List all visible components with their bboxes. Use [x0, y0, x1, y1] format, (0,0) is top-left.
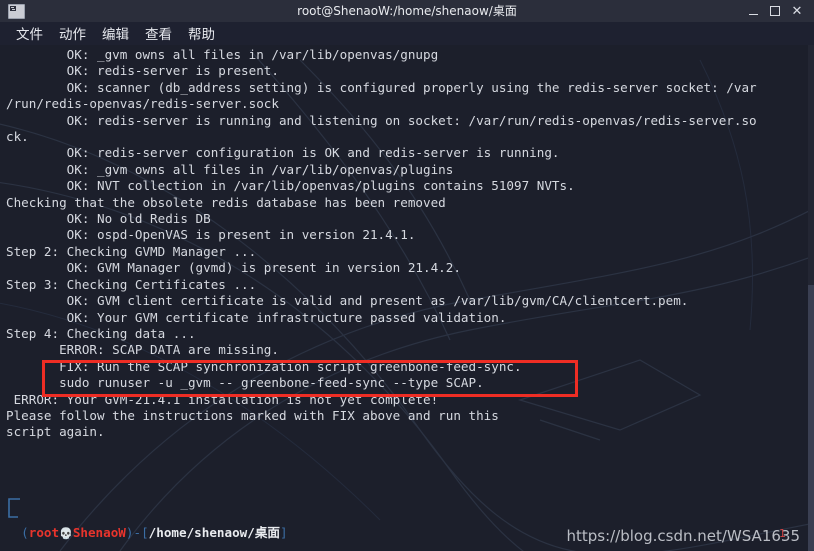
terminal-line: OK: scanner (db_address setting) is conf…: [6, 79, 757, 95]
terminal-line: OK: redis-server configuration is OK and…: [6, 145, 560, 161]
prompt-user: root: [28, 524, 60, 540]
window-controls: ✕: [742, 0, 814, 22]
terminal-line: OK: Your GVM certificate infrastructure …: [6, 309, 507, 325]
terminal-line: OK: _gvm owns all files in /var/lib/open…: [6, 47, 439, 62]
close-icon: ✕: [791, 3, 803, 19]
terminal-line: script again.: [6, 424, 105, 440]
terminal-line: Step 2: Checking GVMD Manager ...: [6, 243, 257, 259]
terminal-line: /run/redis-openvas/redis-server.sock: [6, 96, 279, 112]
window-titlebar: root@ShenaoW:/home/shenaow/桌面 ✕: [0, 0, 814, 22]
window-title: root@ShenaoW:/home/shenaow/桌面: [297, 4, 517, 18]
terminal-icon: [8, 3, 25, 19]
watermark-text: https://blog.csdn.net/WSA1635: [566, 527, 800, 545]
prompt-host: ShenaoW: [72, 524, 126, 540]
terminal-line: Please follow the instructions marked wi…: [6, 407, 499, 423]
menubar: 文件 动作 编辑 查看 帮助: [0, 22, 814, 45]
watermark: https://blog.csdn.net/WSA16351: [566, 527, 806, 545]
prompt-open-paren: (: [21, 524, 29, 540]
watermark-mark: 1: [779, 527, 786, 540]
terminal-line-fix-command: sudo runuser -u _gvm -- greenbone-feed-s…: [6, 375, 484, 391]
terminal-line: Checking that the obsolete redis databas…: [6, 194, 446, 210]
prompt-close-bracket: ]: [280, 524, 288, 540]
shell-prompt[interactable]: (root💀ShenaoW)-[/home/shenaow/桌面] #: [6, 492, 288, 551]
close-button[interactable]: ✕: [786, 0, 808, 22]
terminal-window: root@ShenaoW:/home/shenaow/桌面 ✕ 文件 动作 编辑…: [0, 0, 814, 551]
terminal-line: Step 3: Checking Certificates ...: [6, 276, 257, 292]
minimize-icon: [748, 13, 758, 15]
prompt-path: /home/shenaow/桌面: [148, 524, 281, 540]
terminal-line-fix: FIX: Run the SCAP synchronization script…: [6, 358, 522, 374]
menu-item-edit[interactable]: 编辑: [94, 22, 137, 45]
maximize-icon: [770, 6, 780, 16]
terminal-line-error: ERROR: SCAP DATA are missing.: [6, 342, 279, 358]
terminal-line: Step 4: Checking data ...: [6, 325, 196, 341]
terminal-line: OK: No old Redis DB: [6, 211, 211, 227]
terminal-line: OK: GVM Manager (gvmd) is present in ver…: [6, 260, 461, 276]
prompt-dash: -: [133, 524, 142, 540]
terminal-line: OK: GVM client certificate is valid and …: [6, 293, 689, 309]
terminal-output[interactable]: OK: _gvm owns all files in /var/lib/open…: [0, 47, 808, 551]
terminal-line: OK: NVT collection in /var/lib/openvas/p…: [6, 178, 575, 194]
menu-item-actions[interactable]: 动作: [51, 22, 94, 45]
scrollbar-thumb[interactable]: [808, 285, 814, 551]
menu-item-view[interactable]: 查看: [137, 22, 180, 45]
menu-item-file[interactable]: 文件: [8, 22, 51, 45]
maximize-button[interactable]: [764, 0, 786, 22]
terminal-line: OK: redis-server is present.: [6, 63, 279, 79]
terminal-line: OK: _gvm owns all files in /var/lib/open…: [6, 161, 454, 177]
prompt-line-1: (root💀ShenaoW)-[/home/shenaow/桌面]: [6, 524, 288, 542]
terminal-scrollbar[interactable]: [808, 45, 814, 551]
terminal-line: OK: ospd-OpenVAS is present in version 2…: [6, 227, 416, 243]
menu-item-help[interactable]: 帮助: [180, 22, 223, 45]
prompt-open-bracket: [: [141, 524, 149, 540]
terminal-line: OK: redis-server is running and listenin…: [6, 112, 757, 128]
terminal-line-error-summary: ERROR: Your GVM-21.4.1 installation is n…: [6, 391, 439, 407]
minimize-button[interactable]: [742, 0, 764, 22]
terminal-line: ck.: [6, 129, 29, 145]
skull-icon: 💀: [59, 526, 73, 540]
